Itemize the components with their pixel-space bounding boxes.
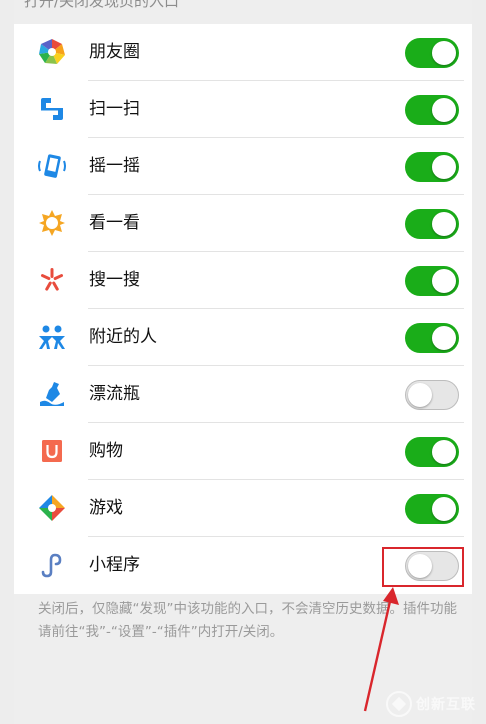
toggle-knob	[408, 383, 432, 407]
shake-label: 摇一摇	[89, 156, 140, 176]
scan-label: 扫一扫	[89, 99, 140, 119]
moments-toggle[interactable]	[405, 38, 459, 68]
watermark-logo-icon	[386, 691, 412, 717]
moments-icon	[39, 39, 65, 65]
search-label: 搜一搜	[89, 270, 140, 290]
moments-label: 朋友圈	[89, 42, 140, 62]
top-stories-toggle[interactable]	[405, 209, 459, 239]
toggle-knob	[432, 155, 456, 179]
toggle-knob	[432, 98, 456, 122]
list-item-search: 搜一搜	[14, 252, 472, 309]
shake-icon	[38, 154, 66, 178]
list-item-shake: 摇一摇	[14, 138, 472, 195]
people-nearby-label: 附近的人	[89, 327, 157, 347]
mini-programs-label: 小程序	[89, 555, 140, 575]
shopping-label: 购物	[89, 441, 123, 461]
list-item-drift-bottle: 漂流瓶	[14, 366, 472, 423]
drift-bottle-toggle[interactable]	[405, 380, 459, 410]
toggle-knob	[432, 269, 456, 293]
toggle-knob	[432, 440, 456, 464]
list-item-shopping: 购物	[14, 423, 472, 480]
search-icon	[40, 268, 64, 291]
scan-icon	[41, 98, 63, 120]
list-item-top-stories: 看一看	[14, 195, 472, 252]
toggle-knob	[432, 497, 456, 521]
shopping-toggle[interactable]	[405, 437, 459, 467]
list-item-moments: 朋友圈	[14, 24, 472, 81]
shopping-icon	[42, 440, 62, 462]
watermark: 创新互联	[386, 686, 484, 722]
watermark-text: 创新互联	[416, 697, 476, 713]
mini-programs-toggle[interactable]	[405, 551, 459, 581]
games-label: 游戏	[89, 498, 123, 518]
list-item-scan: 扫一扫	[14, 81, 472, 138]
mini-programs-icon	[41, 553, 62, 578]
toggle-knob	[408, 554, 432, 578]
people-nearby-icon	[39, 325, 65, 349]
discover-entries-list: 朋友圈 扫一扫 摇一摇 看一看 搜一搜 附近的人 漂流瓶 购物 游戏 小程序	[14, 24, 472, 594]
shake-toggle[interactable]	[405, 152, 459, 182]
top-stories-label: 看一看	[89, 213, 140, 233]
scan-toggle[interactable]	[405, 95, 459, 125]
section-header: 打开/关闭发现页的入口	[14, 0, 472, 24]
search-toggle[interactable]	[405, 266, 459, 296]
toggle-knob	[432, 41, 456, 65]
drift-bottle-icon	[40, 382, 64, 406]
games-toggle[interactable]	[405, 494, 459, 524]
toggle-knob	[432, 212, 456, 236]
list-item-games: 游戏	[14, 480, 472, 537]
drift-bottle-label: 漂流瓶	[89, 384, 140, 404]
games-icon	[39, 495, 65, 521]
people-nearby-toggle[interactable]	[405, 323, 459, 353]
top-stories-icon	[39, 210, 65, 236]
list-item-people-nearby: 附近的人	[14, 309, 472, 366]
section-header-text: 打开/关闭发现页的入口	[24, 0, 180, 10]
toggle-knob	[432, 326, 456, 350]
